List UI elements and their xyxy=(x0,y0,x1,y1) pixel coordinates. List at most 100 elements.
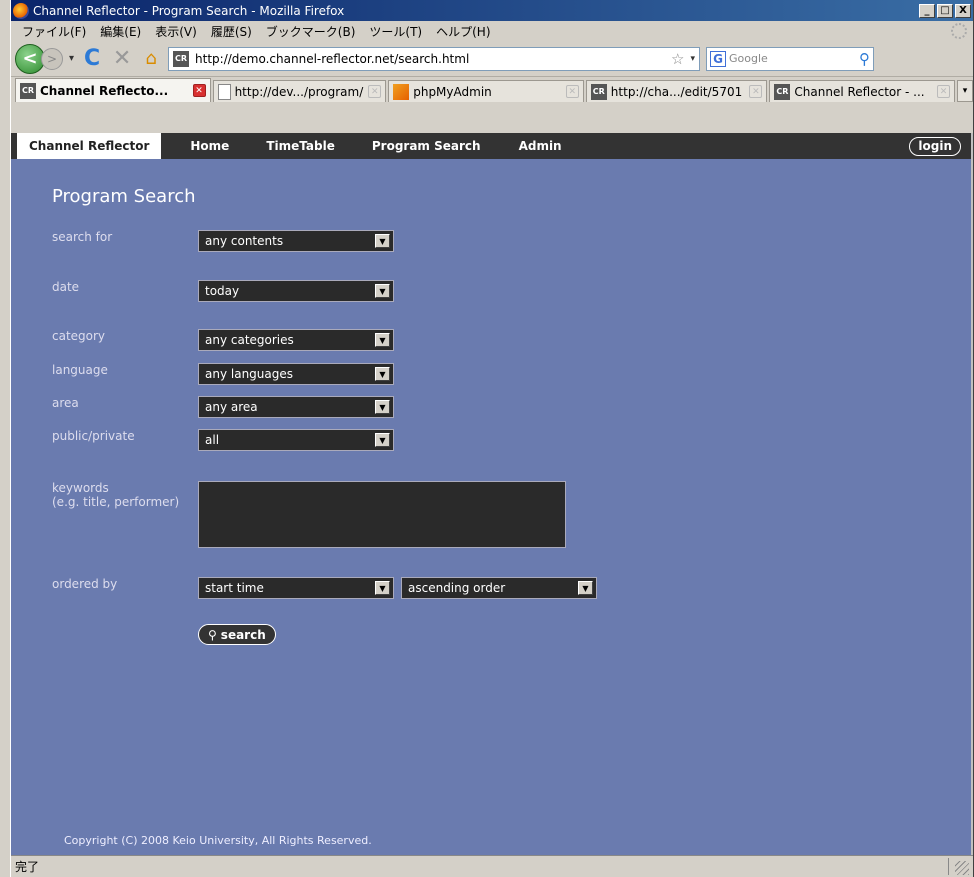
category-value: any categories xyxy=(205,333,294,347)
menu-edit[interactable]: 編集(E) xyxy=(93,23,148,40)
language-value: any languages xyxy=(205,367,293,381)
order-direction-value: ascending order xyxy=(408,581,506,595)
url-bar[interactable]: CR http://demo.channel-reflector.net/sea… xyxy=(168,46,701,71)
category-select[interactable]: any categories ▼ xyxy=(198,329,394,351)
nav-program-search[interactable]: Program Search xyxy=(372,139,481,153)
site-brand[interactable]: Channel Reflector xyxy=(17,133,162,159)
nav-timetable[interactable]: TimeTable xyxy=(266,139,335,153)
public-private-value: all xyxy=(205,433,220,447)
all-tabs-dropdown-icon[interactable]: ▾ xyxy=(957,80,973,102)
page-viewport: Channel Reflector Home TimeTable Program… xyxy=(11,133,973,855)
history-dropdown-icon[interactable]: ▾ xyxy=(69,53,74,64)
tab-cha-edit[interactable]: CR http://cha.../edit/5701 ✕ xyxy=(585,80,768,102)
search-input[interactable]: Google xyxy=(729,52,856,65)
reload-button[interactable]: C xyxy=(80,46,104,71)
area-row: area any area ▼ xyxy=(52,396,394,418)
dropdown-arrow-icon[interactable]: ▼ xyxy=(375,333,390,347)
tab-close-icon[interactable]: ✕ xyxy=(749,85,763,98)
phpmyadmin-icon xyxy=(393,83,410,100)
firefox-logo-icon xyxy=(13,2,29,19)
tab-close-icon[interactable]: ✕ xyxy=(937,85,951,98)
category-label: category xyxy=(52,329,106,343)
dropdown-arrow-icon[interactable]: ▼ xyxy=(375,433,390,447)
order-field-select[interactable]: start time ▼ xyxy=(198,577,394,599)
area-label: area xyxy=(52,396,79,410)
page-title: Program Search xyxy=(52,186,196,207)
tab-phpmyadmin[interactable]: phpMyAdmin ✕ xyxy=(388,80,584,102)
dropdown-arrow-icon[interactable]: ▼ xyxy=(578,581,593,595)
tab-favicon-icon: CR xyxy=(590,83,607,100)
stop-button[interactable]: ✕ xyxy=(110,46,134,71)
menu-file[interactable]: ファイル(F) xyxy=(15,23,93,40)
menu-bar: ファイル(F) 編集(E) 表示(V) 履歴(S) ブックマーク(B) ツール(… xyxy=(11,21,973,41)
dropdown-arrow-icon[interactable]: ▼ xyxy=(375,367,390,381)
tab-label: Channel Reflecto... xyxy=(40,83,169,98)
dropdown-arrow-icon[interactable]: ▼ xyxy=(375,400,390,414)
page-right-edge xyxy=(971,133,973,855)
title-bar: Channel Reflector - Program Search - Moz… xyxy=(11,0,973,21)
language-label: language xyxy=(52,363,108,377)
date-select[interactable]: today ▼ xyxy=(198,280,394,302)
tab-bar: CR Channel Reflecto... ✕ http://dev.../p… xyxy=(11,77,973,102)
keywords-label-text: keywords xyxy=(52,481,109,495)
bookmark-star-icon[interactable]: ☆ xyxy=(671,50,684,68)
browser-window: Channel Reflector - Program Search - Moz… xyxy=(10,0,974,877)
tab-close-icon[interactable]: ✕ xyxy=(565,85,579,98)
tab-channel-reflector-active[interactable]: CR Channel Reflecto... ✕ xyxy=(15,78,211,102)
site-nav: Channel Reflector Home TimeTable Program… xyxy=(11,133,973,159)
dropdown-arrow-icon[interactable]: ▼ xyxy=(375,234,390,248)
public-private-select[interactable]: all ▼ xyxy=(198,429,394,451)
tab-channel-reflector-2[interactable]: CR Channel Reflector - ... ✕ xyxy=(769,80,956,102)
tab-dev-program[interactable]: http://dev.../program/ ✕ xyxy=(212,80,387,102)
tab-close-icon[interactable]: ✕ xyxy=(192,84,206,97)
google-engine-icon[interactable]: G xyxy=(710,50,727,67)
resize-grip-icon[interactable] xyxy=(955,861,969,875)
search-bar[interactable]: G Google ⚲ xyxy=(706,46,875,71)
close-window-button[interactable]: X xyxy=(955,3,971,18)
url-dropdown-icon[interactable]: ▾ xyxy=(691,54,696,64)
order-field-value: start time xyxy=(205,581,264,595)
keywords-textarea[interactable] xyxy=(198,481,566,548)
dropdown-arrow-icon[interactable]: ▼ xyxy=(375,284,390,298)
search-magnifier-icon[interactable]: ⚲ xyxy=(859,50,870,68)
search-button[interactable]: ⚲ search xyxy=(198,624,276,645)
menu-history[interactable]: 履歴(S) xyxy=(204,23,259,40)
menu-tools[interactable]: ツール(T) xyxy=(362,23,429,40)
search-form: Program Search search for any contents ▼… xyxy=(11,159,973,855)
maximize-button[interactable]: □ xyxy=(937,3,953,18)
search-icon: ⚲ xyxy=(208,627,217,642)
area-select[interactable]: any area ▼ xyxy=(198,396,394,418)
tab-label: http://dev.../program/ xyxy=(234,84,364,99)
ordered-by-row: ordered by start time ▼ ascending order … xyxy=(52,577,597,599)
menu-help[interactable]: ヘルプ(H) xyxy=(429,23,497,40)
home-button[interactable]: ⌂ xyxy=(140,48,162,69)
search-for-select[interactable]: any contents ▼ xyxy=(198,230,394,252)
site-favicon-icon: CR xyxy=(173,50,190,67)
date-value: today xyxy=(205,284,240,298)
url-text[interactable]: http://demo.channel-reflector.net/search… xyxy=(195,52,665,66)
menu-view[interactable]: 表示(V) xyxy=(148,23,204,40)
order-direction-select[interactable]: ascending order ▼ xyxy=(401,577,597,599)
search-button-row: ⚲ search xyxy=(198,624,276,645)
menu-bookmarks[interactable]: ブックマーク(B) xyxy=(259,23,363,40)
navigation-toolbar: < > ▾ C ✕ ⌂ CR http://demo.channel-refle… xyxy=(11,41,973,77)
language-select[interactable]: any languages ▼ xyxy=(198,363,394,385)
language-row: language any languages ▼ xyxy=(52,363,394,385)
tab-close-icon[interactable]: ✕ xyxy=(368,85,382,98)
login-button[interactable]: login xyxy=(909,137,961,156)
category-row: category any categories ▼ xyxy=(52,329,394,351)
page-icon xyxy=(217,83,231,100)
tab-label: http://cha.../edit/5701 xyxy=(610,84,743,99)
search-button-label: search xyxy=(220,627,266,642)
date-row: date today ▼ xyxy=(52,280,394,302)
search-for-label: search for xyxy=(52,230,113,244)
search-for-row: search for any contents ▼ xyxy=(52,230,394,252)
minimize-button[interactable]: _ xyxy=(919,3,935,18)
window-title: Channel Reflector - Program Search - Moz… xyxy=(33,3,345,18)
dropdown-arrow-icon[interactable]: ▼ xyxy=(375,581,390,595)
nav-home[interactable]: Home xyxy=(190,139,229,153)
forward-button[interactable]: > xyxy=(41,47,63,70)
nav-admin[interactable]: Admin xyxy=(519,139,562,153)
tab-label: Channel Reflector - ... xyxy=(794,84,925,99)
tab-label: phpMyAdmin xyxy=(413,84,492,99)
